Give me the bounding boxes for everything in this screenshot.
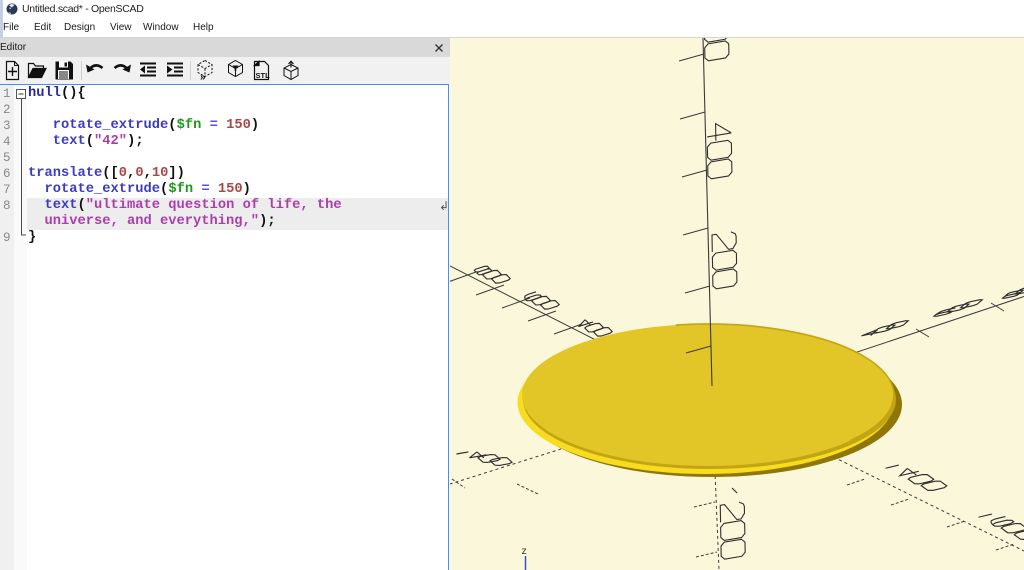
svg-text:z: z [522, 545, 527, 557]
svg-text:STL: STL [256, 71, 271, 80]
svg-text:»: » [200, 72, 206, 83]
